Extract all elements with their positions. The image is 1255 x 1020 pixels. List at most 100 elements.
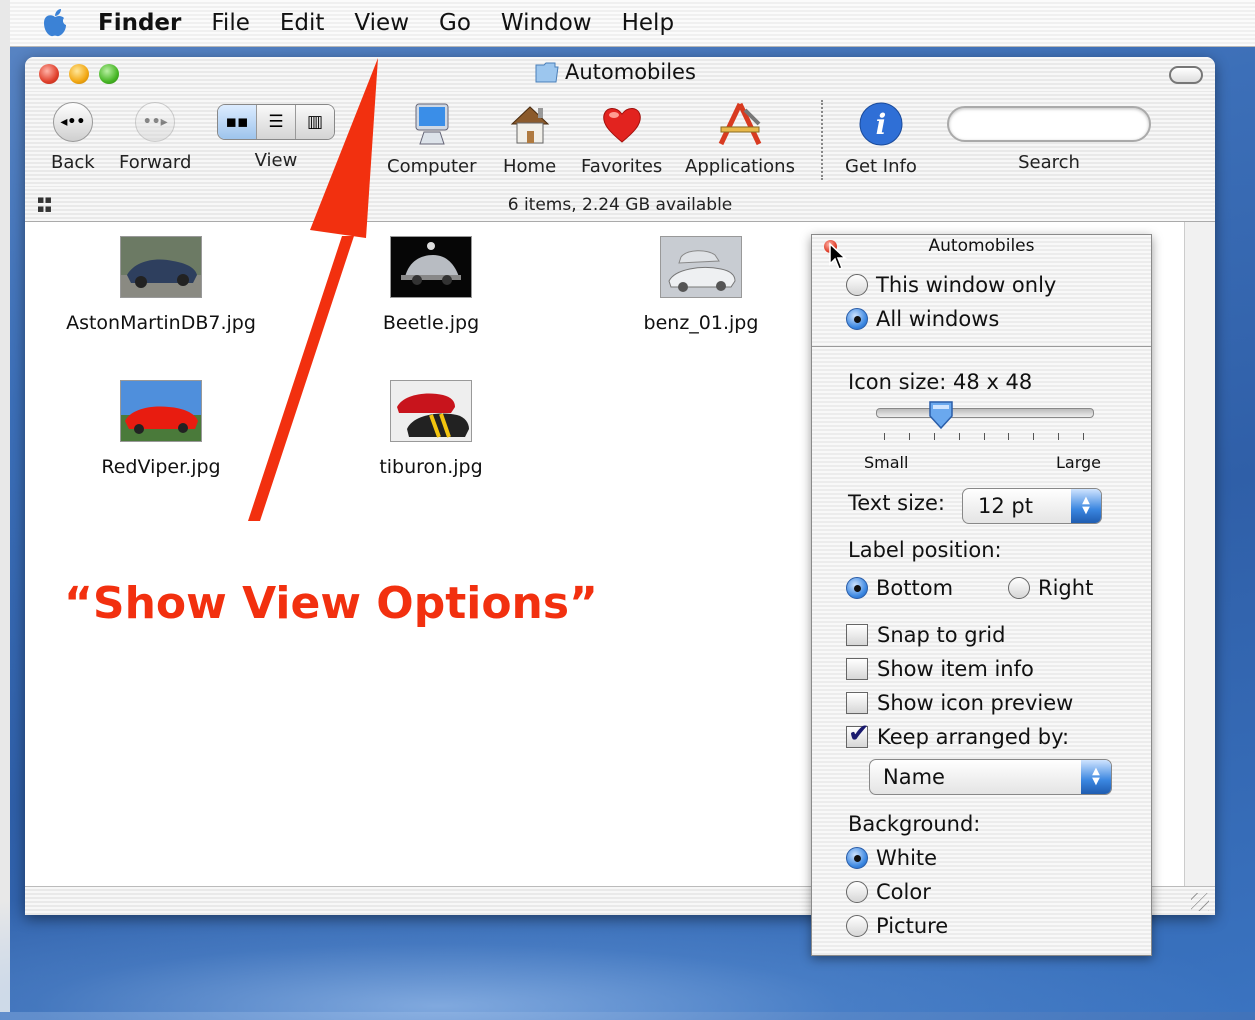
close-button[interactable] <box>39 64 59 84</box>
text-size-popup[interactable]: 12 pt ▲ ▼ <box>962 488 1102 524</box>
menu-bar: Finder File Edit View Go Window Help <box>10 0 1255 47</box>
search-input[interactable] <box>947 106 1151 142</box>
bg-picture-label: Picture <box>876 914 949 938</box>
radio-white[interactable] <box>846 847 868 869</box>
show-icon-preview-checkbox[interactable]: Show icon preview <box>846 691 1073 715</box>
column-view-icon[interactable]: ▥ <box>296 105 334 139</box>
show-icon-preview-label: Show icon preview <box>877 691 1074 715</box>
checkbox-item-info[interactable] <box>846 658 868 680</box>
resize-grip[interactable] <box>1191 893 1209 911</box>
arrange-by-value: Name <box>883 765 945 789</box>
menu-help[interactable]: Help <box>622 10 674 36</box>
apple-menu-icon[interactable] <box>40 8 70 38</box>
file-item[interactable]: benz_01.jpg <box>581 236 821 334</box>
bg-white-radio[interactable]: White <box>846 846 937 870</box>
list-view-icon[interactable]: ☰ <box>257 105 296 139</box>
image-thumbnail-beetle <box>390 236 472 298</box>
heart-icon <box>602 108 641 143</box>
scope-all-windows-label: All windows <box>876 307 1000 331</box>
file-name: Beetle.jpg <box>382 312 480 334</box>
large-label: Large <box>1056 453 1102 472</box>
toolbar-toggle-button[interactable] <box>1169 66 1203 84</box>
scope-this-window-label: This window only <box>876 273 1057 297</box>
snap-to-grid-checkbox[interactable]: Snap to grid <box>846 623 1005 647</box>
window-title: Automobiles <box>535 60 696 84</box>
forward-arrow-icon: ••▸ <box>142 114 168 130</box>
bg-color-radio[interactable]: Color <box>846 880 931 904</box>
menu-file[interactable]: File <box>211 10 250 36</box>
image-thumbnail-aston-martin <box>120 236 202 298</box>
file-item[interactable]: tiburon.jpg <box>311 380 551 478</box>
favorites-label: Favorites <box>581 156 663 177</box>
file-name: RedViper.jpg <box>101 456 221 478</box>
scope-this-window-radio[interactable]: This window only <box>846 273 1056 297</box>
popup-arrows-icon: ▲ ▼ <box>1081 760 1111 794</box>
zoom-button[interactable] <box>99 64 119 84</box>
checkbox-snap[interactable] <box>846 624 868 646</box>
radio-bottom[interactable] <box>846 577 868 599</box>
back-button[interactable]: ◂•• Back <box>51 102 95 173</box>
home-button[interactable]: Home <box>503 102 556 177</box>
checkbox-keep-arranged[interactable] <box>846 719 870 749</box>
menu-edit[interactable]: Edit <box>280 10 325 36</box>
popup-arrows-icon: ▲ ▼ <box>1071 489 1101 523</box>
text-size-label: Text size: <box>848 491 945 515</box>
menu-finder[interactable]: Finder <box>98 10 181 36</box>
arrange-by-popup[interactable]: Name ▲ ▼ <box>869 759 1112 795</box>
menu-window[interactable]: Window <box>501 10 592 36</box>
panel-title[interactable]: Automobiles <box>812 235 1151 260</box>
background-label: Background: <box>848 812 981 836</box>
status-text: 6 items, 2.24 GB available <box>507 195 733 215</box>
scope-all-windows-radio[interactable]: All windows <box>846 307 999 331</box>
keep-arranged-checkbox[interactable]: Keep arranged by: <box>846 719 1069 749</box>
annotation-text: “Show View Options” <box>64 578 598 629</box>
get-info-label: Get Info <box>845 156 917 177</box>
radio-all-windows[interactable] <box>846 308 868 330</box>
file-item[interactable]: RedViper.jpg <box>41 380 281 478</box>
radio-this-window[interactable] <box>846 274 868 296</box>
svg-text:i: i <box>876 108 887 141</box>
icon-size-slider[interactable] <box>876 408 1094 418</box>
search-label: Search <box>1018 152 1080 173</box>
label-bottom-radio[interactable]: Bottom <box>846 576 953 600</box>
favorites-button[interactable]: Favorites <box>581 102 662 177</box>
file-item[interactable]: Beetle.jpg <box>311 236 551 334</box>
file-name: benz_01.jpg <box>643 312 759 334</box>
label-right-radio[interactable]: Right <box>1008 576 1093 600</box>
bg-color-label: Color <box>876 880 931 904</box>
radio-picture[interactable] <box>846 915 868 937</box>
get-info-button[interactable]: i Get Info <box>845 102 917 177</box>
checkbox-icon-preview[interactable] <box>846 692 868 714</box>
panel-divider <box>812 346 1151 347</box>
file-item[interactable]: AstonMartinDB7.jpg <box>41 236 281 334</box>
icon-view-icon[interactable]: ▪▪ <box>218 105 257 139</box>
window-title-text: Automobiles <box>565 60 696 84</box>
radio-color[interactable] <box>846 881 868 903</box>
menu-view[interactable]: View <box>354 10 409 36</box>
label-position-label: Label position: <box>848 538 1002 562</box>
view-label: View <box>254 150 298 171</box>
image-thumbnail-benz <box>660 236 742 298</box>
menu-go[interactable]: Go <box>439 10 471 36</box>
bg-picture-radio[interactable]: Picture <box>846 914 948 938</box>
forward-button[interactable]: ••▸ Forward <box>119 102 191 173</box>
info-icon: i <box>859 102 903 146</box>
slider-thumb[interactable] <box>928 400 954 430</box>
title-bar[interactable]: Automobiles <box>25 57 1215 92</box>
small-label: Small <box>864 453 909 472</box>
mouse-pointer-icon <box>829 242 847 270</box>
label-bottom-text: Bottom <box>876 576 954 600</box>
screen-edge <box>0 0 10 1012</box>
snap-to-grid-label: Snap to grid <box>877 623 1006 647</box>
minimize-button[interactable] <box>69 64 89 84</box>
text-size-value: 12 pt <box>978 494 1033 518</box>
applications-button[interactable]: Applications <box>685 102 795 177</box>
image-thumbnail-tiburon <box>390 380 472 442</box>
toolbar-separator <box>821 100 823 180</box>
radio-right[interactable] <box>1008 577 1030 599</box>
vertical-scrollbar[interactable] <box>1184 222 1215 887</box>
home-label: Home <box>503 156 557 177</box>
show-item-info-checkbox[interactable]: Show item info <box>846 657 1034 681</box>
computer-label: Computer <box>387 156 477 177</box>
computer-button[interactable]: Computer <box>387 102 476 177</box>
